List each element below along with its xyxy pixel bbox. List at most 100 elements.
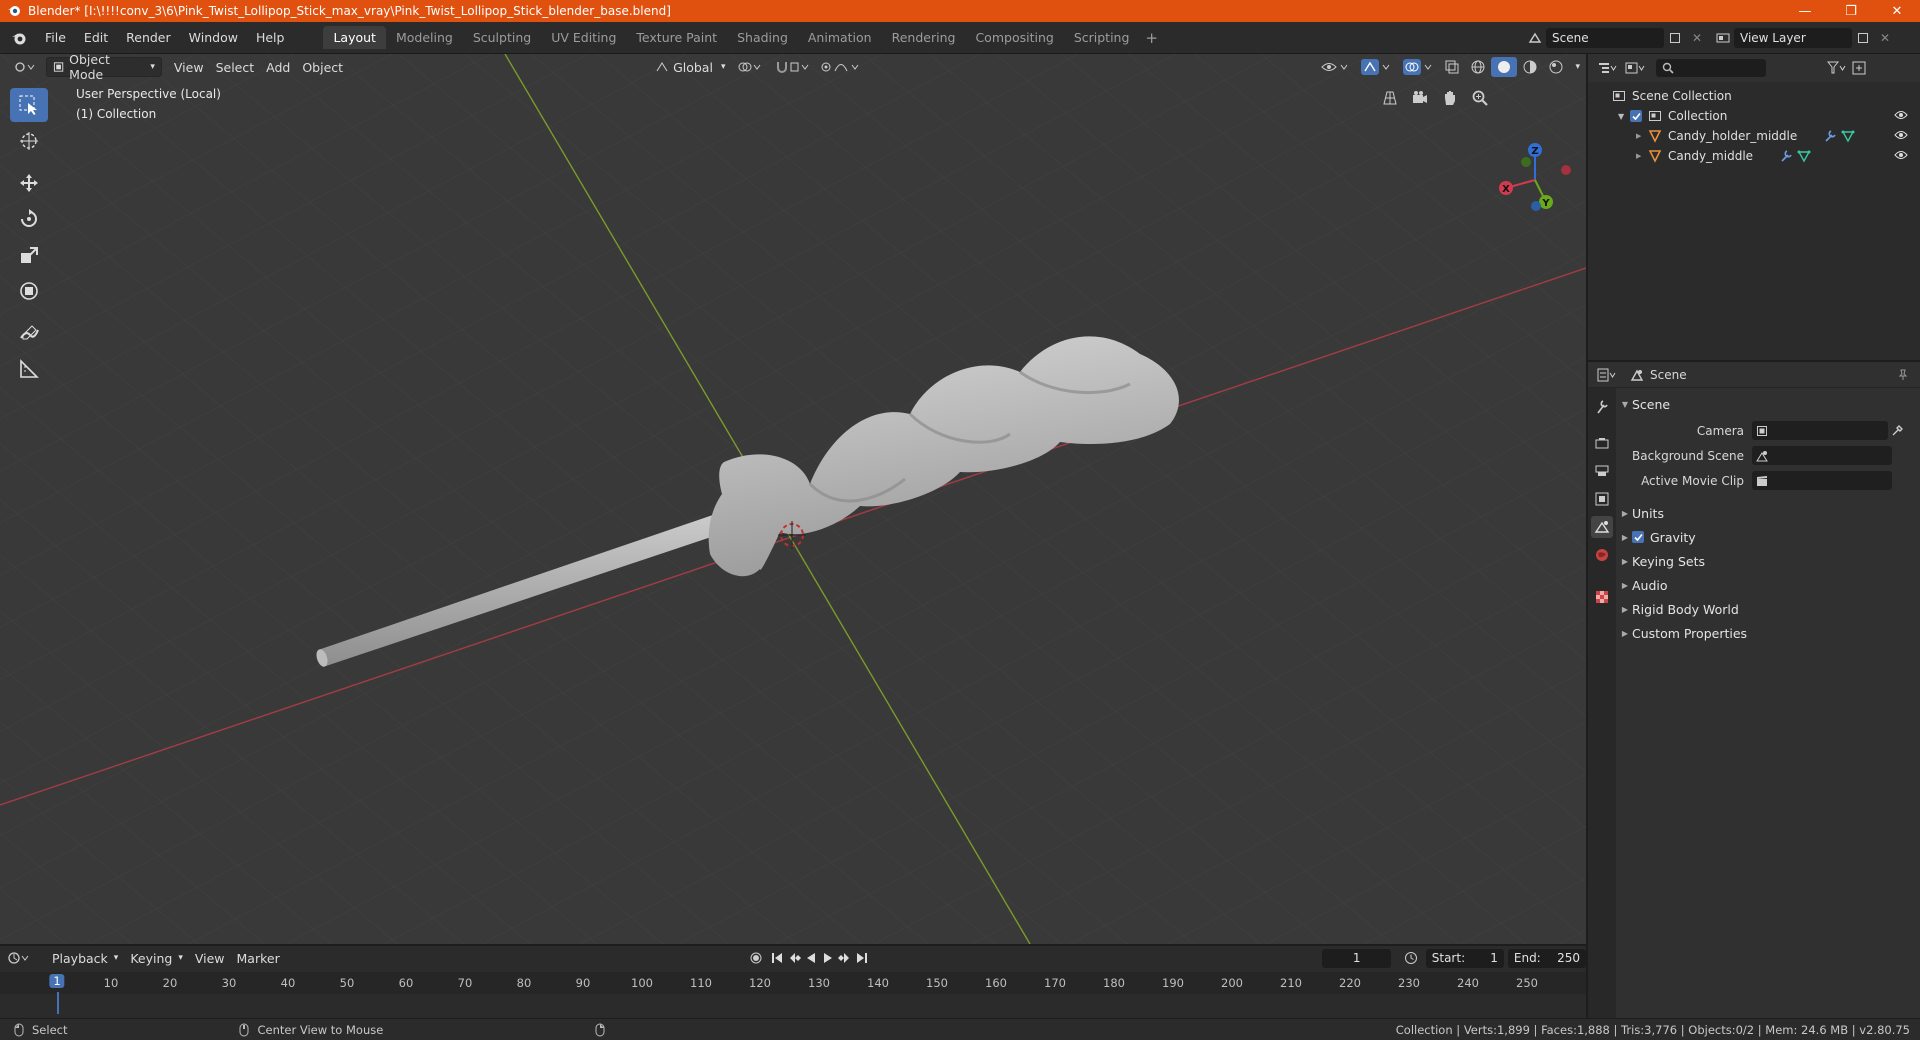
shading-wireframe-icon[interactable] xyxy=(1465,57,1491,77)
menu-view[interactable]: View xyxy=(168,57,210,77)
eyedropper-icon[interactable] xyxy=(1888,421,1906,441)
pivot-point-icon[interactable] xyxy=(731,57,769,77)
play-reverse-icon[interactable] xyxy=(802,948,819,968)
tab-texture-paint[interactable]: Texture Paint xyxy=(626,26,727,49)
annotate-tool-icon[interactable] xyxy=(10,316,48,350)
new-scene-icon[interactable] xyxy=(1664,28,1686,48)
gravity-checkbox[interactable] xyxy=(1632,531,1644,543)
xray-toggle-icon[interactable] xyxy=(1439,57,1465,77)
scene-icon[interactable] xyxy=(1524,28,1546,48)
tab-shading[interactable]: Shading xyxy=(727,26,798,49)
play-icon[interactable] xyxy=(819,948,836,968)
menu-edit[interactable]: Edit xyxy=(75,30,117,45)
tool-settings-tab-icon[interactable] xyxy=(1591,396,1613,418)
shading-options-chevron-icon[interactable]: ▾ xyxy=(1569,57,1586,77)
menu-window[interactable]: Window xyxy=(180,30,247,45)
gizmo-toggle-icon[interactable] xyxy=(1355,57,1397,77)
outliner-search-input[interactable] xyxy=(1656,59,1766,77)
mesh-data-icon[interactable] xyxy=(1797,149,1811,163)
tab-compositing[interactable]: Compositing xyxy=(965,26,1063,49)
expand-arrow-icon[interactable]: ▼ xyxy=(1618,112,1630,121)
view-layer-field[interactable]: View Layer xyxy=(1734,28,1852,48)
active-movie-clip-field[interactable] xyxy=(1752,471,1892,490)
gravity-panel-header[interactable]: ▶ Gravity xyxy=(1618,525,1918,549)
toggle-perspective-icon[interactable] xyxy=(1378,86,1402,110)
cursor-tool-icon[interactable] xyxy=(10,124,48,158)
proportional-editing-icon[interactable] xyxy=(815,57,867,77)
jump-to-keyframe-forward-icon[interactable] xyxy=(836,948,851,968)
jump-to-keyframe-back-icon[interactable] xyxy=(787,948,802,968)
scene-name-field[interactable]: Scene xyxy=(1546,28,1664,48)
display-mode-icon[interactable] xyxy=(1624,58,1646,78)
properties-editor-type-icon[interactable] xyxy=(1596,365,1618,385)
3d-viewport[interactable]: Object Mode ▾ View Select Add Object Glo… xyxy=(0,54,1586,944)
outliner-editor-type-icon[interactable] xyxy=(1596,58,1618,78)
outliner-object-row[interactable]: ▶ Candy_middle xyxy=(1588,146,1920,166)
blender-logo-icon[interactable] xyxy=(8,27,30,49)
navigation-gizmo[interactable]: Z X Y xyxy=(1490,140,1580,220)
shading-solid-icon[interactable] xyxy=(1491,57,1518,77)
scale-tool-icon[interactable] xyxy=(10,238,48,272)
render-tab-icon[interactable] xyxy=(1591,432,1613,454)
view-layer-tab-icon[interactable] xyxy=(1591,488,1613,510)
end-frame-field[interactable]: End: 250 xyxy=(1507,948,1586,968)
rigid-body-world-panel-header[interactable]: ▶ Rigid Body World xyxy=(1618,597,1918,621)
timeline-ruler[interactable]: 1 10 20 30 40 50 60 70 80 90 100 110 120… xyxy=(0,972,1586,994)
modifier-wrench-icon[interactable] xyxy=(1823,129,1837,143)
object-mode-dropdown[interactable]: Object Mode ▾ xyxy=(46,54,162,82)
jump-to-end-icon[interactable] xyxy=(852,948,873,968)
background-scene-field[interactable] xyxy=(1752,446,1892,465)
scene-panel-header[interactable]: ▼ Scene xyxy=(1618,392,1918,416)
transform-tool-icon[interactable] xyxy=(10,274,48,308)
new-collection-icon[interactable] xyxy=(1848,58,1870,78)
pin-icon[interactable] xyxy=(1892,365,1914,385)
add-workspace-button[interactable]: + xyxy=(1139,29,1164,47)
delete-scene-icon[interactable]: ✕ xyxy=(1686,28,1708,48)
modifier-wrench-icon[interactable] xyxy=(1779,149,1793,163)
tab-animation[interactable]: Animation xyxy=(798,26,882,49)
menu-select[interactable]: Select xyxy=(210,57,261,77)
gizmo-neg-x-axis[interactable] xyxy=(1561,165,1571,175)
maximize-button[interactable]: ❐ xyxy=(1828,0,1874,22)
editor-type-icon[interactable] xyxy=(8,57,42,77)
transform-orientation-dropdown[interactable]: Global ▾ xyxy=(649,57,731,77)
tab-uv-editing[interactable]: UV Editing xyxy=(541,26,626,49)
outliner-object-row[interactable]: ▶ Candy_holder_middle xyxy=(1588,126,1920,146)
tab-modeling[interactable]: Modeling xyxy=(386,26,463,49)
mesh-data-icon[interactable] xyxy=(1841,129,1855,143)
preview-range-clock-icon[interactable] xyxy=(1401,948,1422,968)
filter-icon[interactable] xyxy=(1826,58,1848,78)
tab-scripting[interactable]: Scripting xyxy=(1064,26,1140,49)
eye-icon[interactable] xyxy=(1894,129,1908,143)
expand-arrow-icon[interactable]: ▶ xyxy=(1636,152,1648,160)
playback-menu[interactable]: Playback ▾ xyxy=(46,948,124,968)
delete-view-layer-icon[interactable]: ✕ xyxy=(1874,28,1896,48)
record-keyframe-icon[interactable] xyxy=(746,948,767,968)
gizmo-neg-y-axis[interactable] xyxy=(1521,157,1531,167)
view-layer-icon[interactable] xyxy=(1712,28,1734,48)
gizmo-neg-z-axis[interactable] xyxy=(1531,201,1541,211)
outliner-collection[interactable]: ▼ Collection xyxy=(1588,106,1920,126)
jump-to-start-icon[interactable] xyxy=(767,948,788,968)
tab-rendering[interactable]: Rendering xyxy=(882,26,966,49)
object-visibility-icon[interactable] xyxy=(1315,57,1355,77)
keying-menu[interactable]: Keying ▾ xyxy=(124,948,189,968)
move-tool-icon[interactable] xyxy=(10,166,48,200)
start-frame-field[interactable]: Start: 1 xyxy=(1425,948,1504,968)
current-frame-field[interactable]: 1 xyxy=(1322,948,1391,968)
eye-icon[interactable] xyxy=(1894,109,1908,123)
measure-tool-icon[interactable] xyxy=(10,352,48,386)
audio-panel-header[interactable]: ▶ Audio xyxy=(1618,573,1918,597)
tab-layout[interactable]: Layout xyxy=(323,26,386,49)
camera-field[interactable] xyxy=(1752,421,1888,440)
custom-properties-panel-header[interactable]: ▶ Custom Properties xyxy=(1618,621,1918,645)
menu-file[interactable]: File xyxy=(36,30,75,45)
output-tab-icon[interactable] xyxy=(1591,460,1613,482)
marker-menu[interactable]: Marker xyxy=(231,948,286,968)
zoom-view-icon[interactable] xyxy=(1468,86,1492,110)
pan-view-hand-icon[interactable] xyxy=(1438,86,1462,110)
units-panel-header[interactable]: ▶ Units xyxy=(1618,501,1918,525)
timeline-editor-type-icon[interactable] xyxy=(8,948,30,968)
select-box-tool-icon[interactable] xyxy=(10,88,48,122)
overlays-toggle-icon[interactable] xyxy=(1397,57,1439,77)
